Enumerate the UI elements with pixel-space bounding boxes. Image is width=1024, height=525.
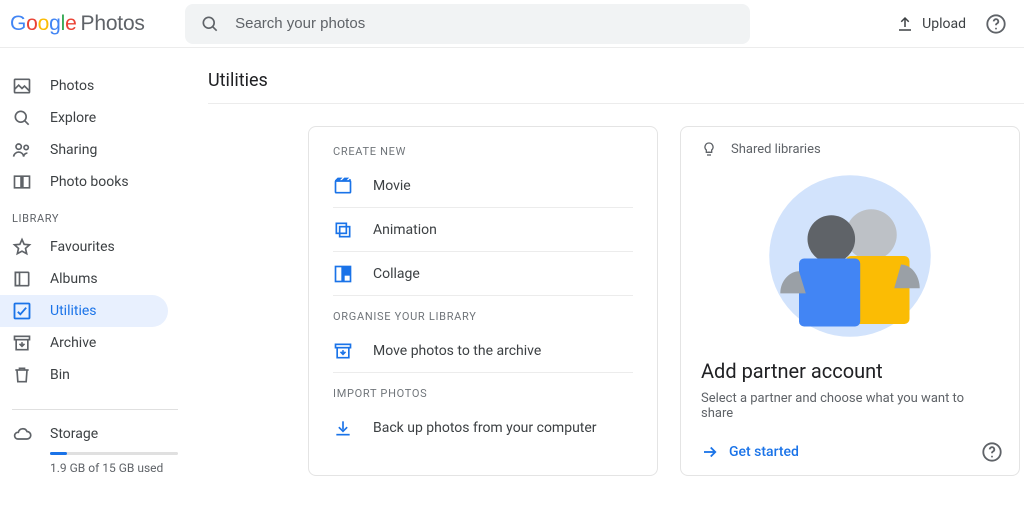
main-panel: Utilities CREATE NEW Movie Animation Col… [190, 48, 1024, 525]
create-movie[interactable]: Movie [333, 164, 633, 208]
promo-title: Add partner account [701, 359, 999, 383]
search-icon [12, 108, 32, 128]
book-icon [12, 172, 32, 192]
import-label: IMPORT PHOTOS [333, 387, 633, 400]
sidebar-item-albums[interactable]: Albums [0, 263, 168, 295]
sidebar-item-label: Sharing [50, 142, 97, 158]
get-started-button[interactable]: Get started [701, 443, 999, 461]
movie-icon [333, 176, 353, 196]
tip-label: Shared libraries [731, 142, 821, 157]
utilities-card: CREATE NEW Movie Animation Collage ORGAN… [308, 126, 658, 476]
create-collage[interactable]: Collage [333, 252, 633, 296]
star-icon [12, 237, 32, 257]
sidebar-item-favourites[interactable]: Favourites [0, 231, 168, 263]
promo-subtitle: Select a partner and choose what you wan… [701, 391, 999, 421]
sidebar-item-sharing[interactable]: Sharing [0, 134, 168, 166]
entry-label: Move photos to the archive [373, 343, 541, 359]
lightbulb-icon [701, 141, 717, 157]
partner-illustration [765, 171, 935, 341]
album-icon [12, 269, 32, 289]
search-icon [199, 12, 221, 36]
sidebar-item-archive[interactable]: Archive [0, 327, 168, 359]
help-icon[interactable] [984, 12, 1008, 36]
sidebar-item-label: Favourites [50, 239, 115, 255]
entry-label: Back up photos from your computer [373, 420, 597, 436]
cta-label: Get started [729, 444, 799, 460]
sidebar-item-utilities[interactable]: Utilities [0, 295, 168, 327]
sidebar-item-label: Archive [50, 335, 96, 351]
entry-label: Animation [373, 222, 437, 238]
sidebar-item-bin[interactable]: Bin [0, 359, 168, 391]
storage-bar [50, 452, 178, 455]
create-new-label: CREATE NEW [333, 145, 633, 158]
divider [12, 409, 178, 410]
entry-label: Collage [373, 266, 420, 282]
sidebar-item-label: Photo books [50, 174, 129, 190]
library-section-label: LIBRARY [0, 198, 190, 231]
archive-action-icon [333, 341, 353, 361]
organise-label: ORGANISE YOUR LIBRARY [333, 310, 633, 323]
cloud-icon [12, 424, 32, 444]
storage-block[interactable]: Storage 1.9 GB of 15 GB used [0, 424, 190, 475]
sidebar-item-label: Photos [50, 78, 94, 94]
archive-icon [12, 333, 32, 353]
sidebar-item-photobooks[interactable]: Photo books [0, 166, 168, 198]
sidebar-item-label: Explore [50, 110, 96, 126]
sidebar-item-label: Utilities [50, 303, 97, 319]
arrow-right-icon [701, 443, 719, 461]
upload-label: Upload [922, 16, 966, 32]
sidebar-item-label: Bin [50, 367, 70, 383]
download-icon [333, 418, 353, 438]
trash-icon [12, 365, 32, 385]
backup-from-computer[interactable]: Back up photos from your computer [333, 406, 633, 450]
search-bar[interactable] [185, 4, 750, 44]
storage-detail: 1.9 GB of 15 GB used [50, 461, 178, 475]
sidebar: Photos Explore Sharing Photo books LIBRA… [0, 48, 190, 525]
entry-label: Movie [373, 178, 411, 194]
people-icon [12, 140, 32, 160]
utilities-icon [12, 301, 32, 321]
move-to-archive[interactable]: Move photos to the archive [333, 329, 633, 373]
sidebar-item-label: Albums [50, 271, 98, 287]
sidebar-item-photos[interactable]: Photos [0, 70, 168, 102]
search-input[interactable] [235, 15, 736, 32]
image-icon [12, 76, 32, 96]
page-title: Utilities [208, 70, 1024, 91]
storage-label: Storage [50, 426, 98, 442]
app-header: Google Photos Upload [0, 0, 1024, 48]
animation-icon [333, 220, 353, 240]
create-animation[interactable]: Animation [333, 208, 633, 252]
sidebar-item-explore[interactable]: Explore [0, 102, 168, 134]
app-logo[interactable]: Google Photos [10, 12, 145, 36]
shared-libraries-card: Shared libraries Add partner acc [680, 126, 1020, 476]
logo-product-text: Photos [81, 12, 145, 36]
upload-icon [896, 15, 914, 33]
collage-icon [333, 264, 353, 284]
card-help-icon[interactable] [981, 441, 1003, 463]
upload-button[interactable]: Upload [896, 15, 966, 33]
